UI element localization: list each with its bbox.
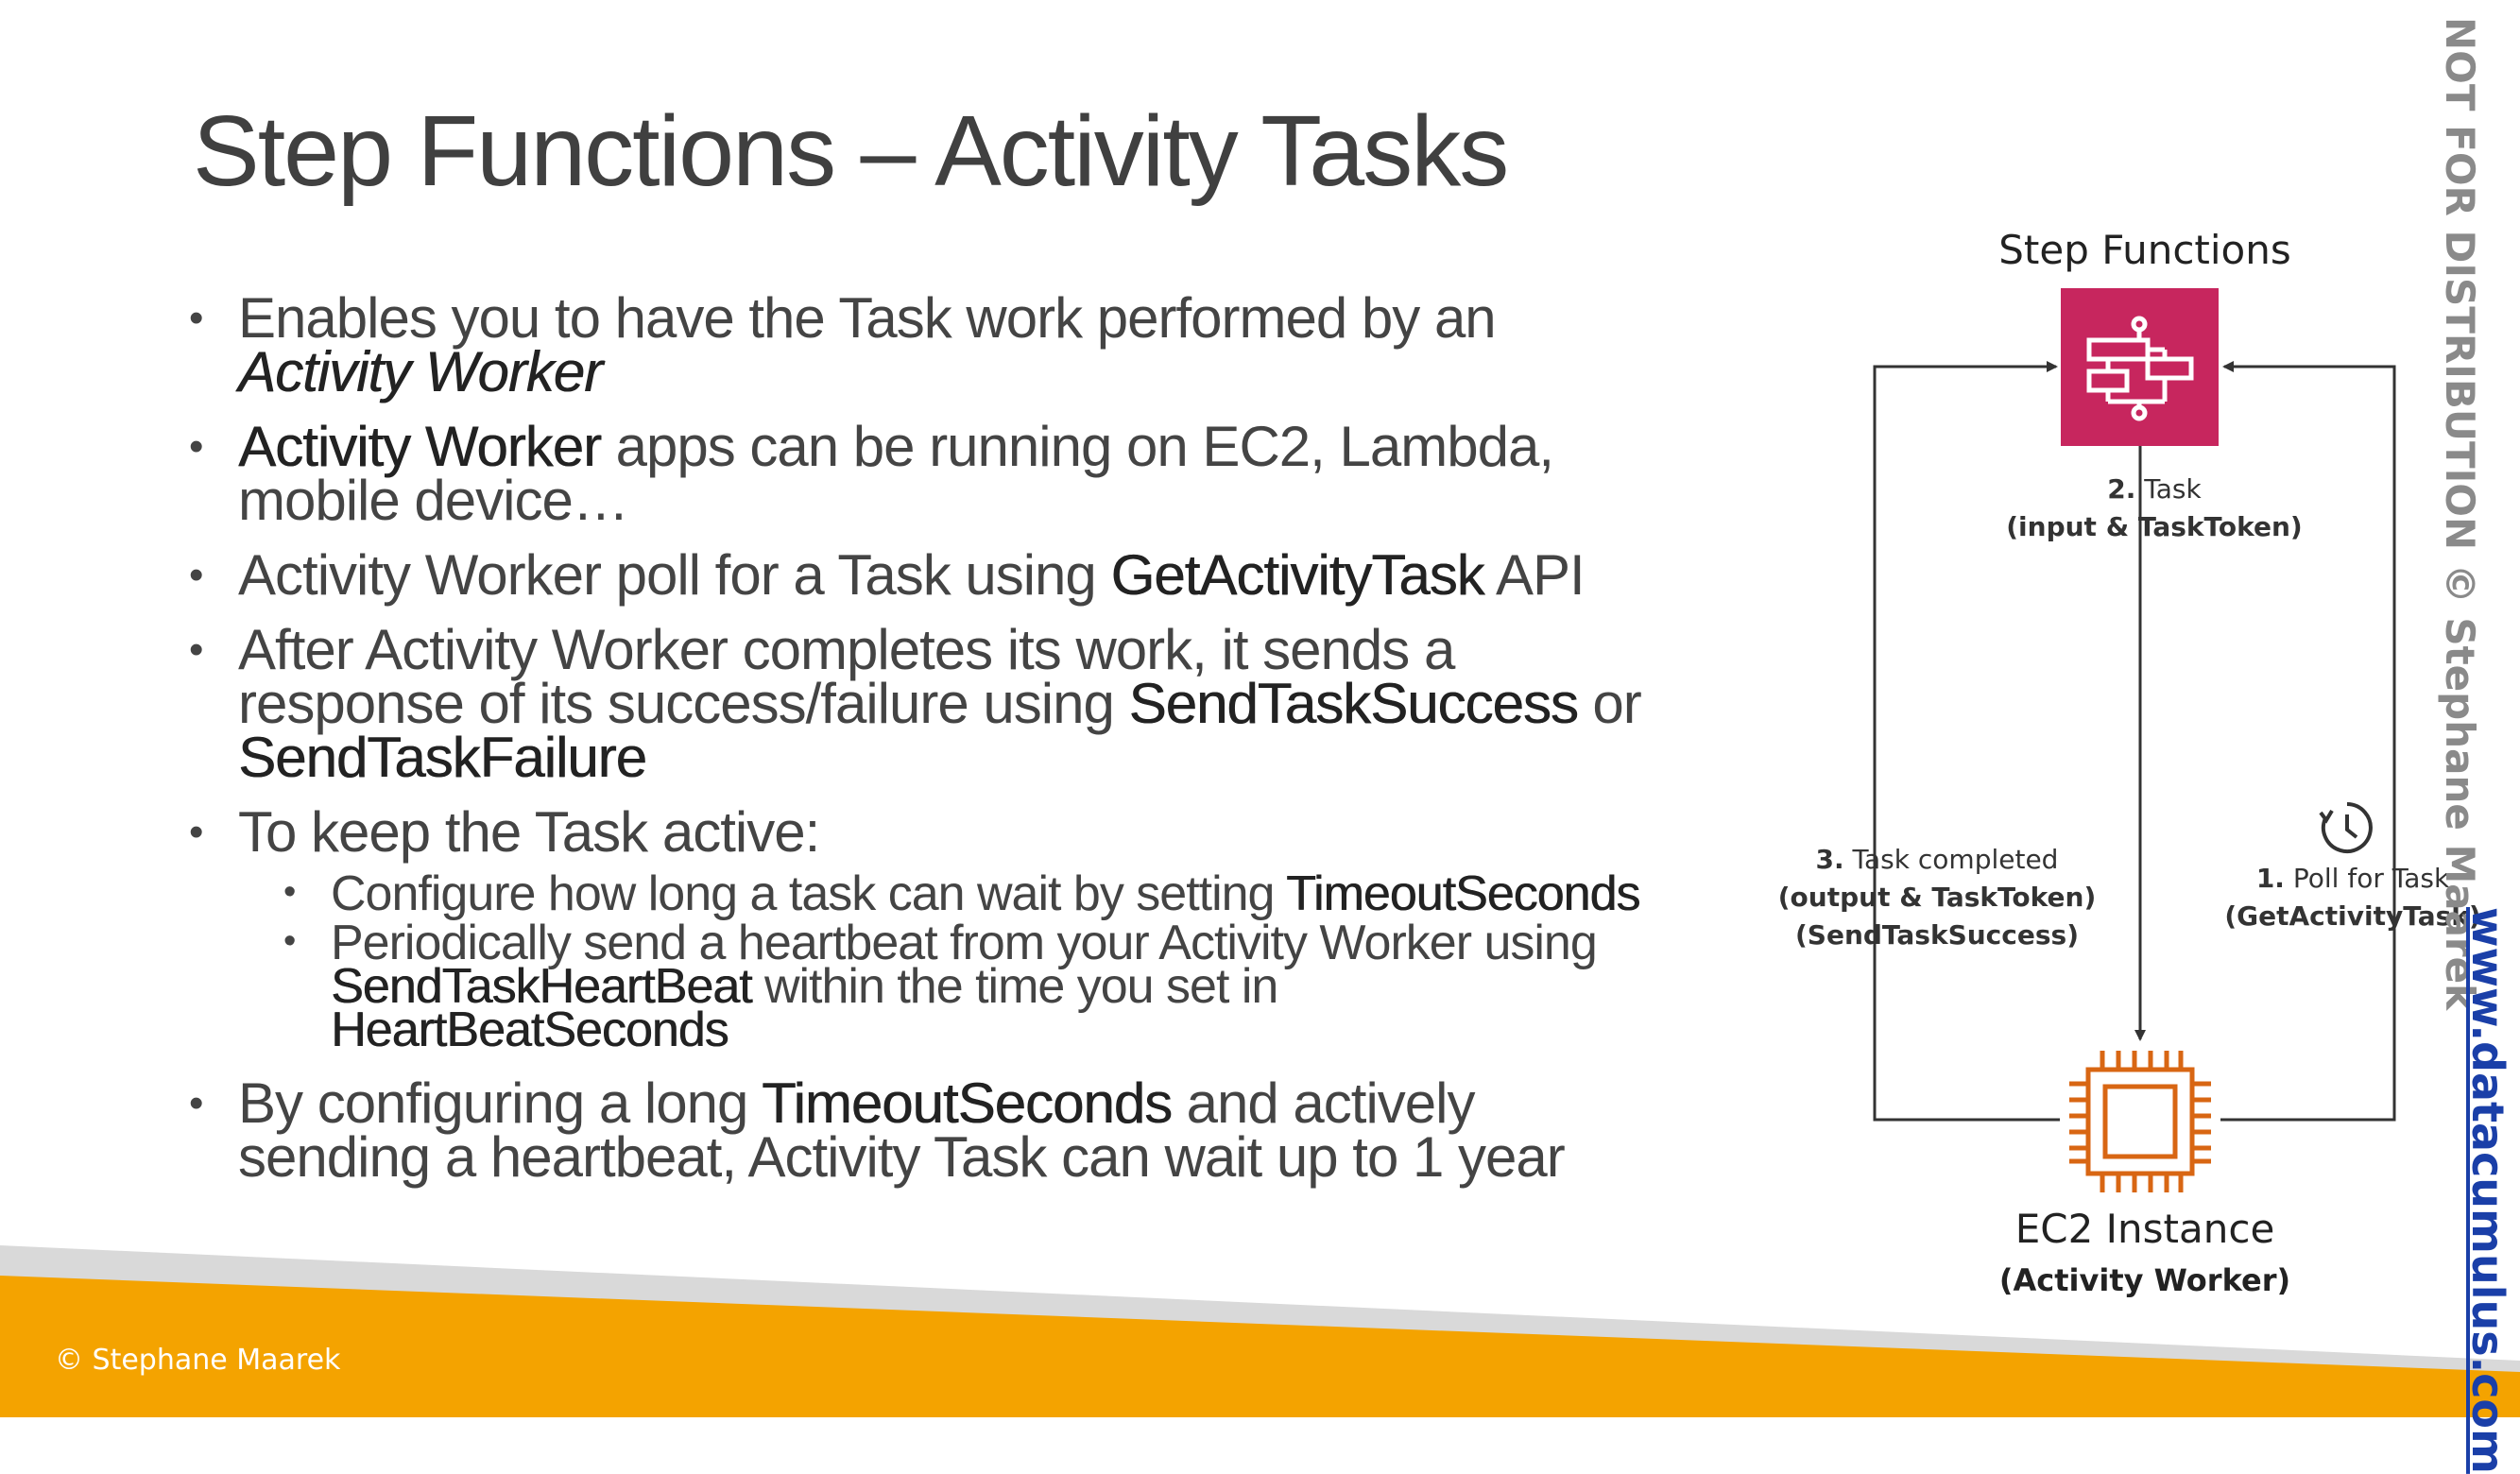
- step3-label: 3. Task completed (output & TaskToken) (…: [1777, 844, 2097, 951]
- watermark: NOT FOR DISTRIBUTION © Stephane Maarek: [2437, 17, 2483, 1011]
- ec2-chip-icon: [2060, 1046, 2220, 1197]
- step-functions-label: Step Functions: [1998, 227, 2291, 273]
- diagram-connectors: [1873, 361, 2396, 1122]
- step2-label: 2. Task (input & TaskToken): [2006, 473, 2303, 542]
- step-functions-icon: [2061, 288, 2219, 446]
- ec2-label: EC2 Instance: [2014, 1206, 2275, 1252]
- footer-copyright: © Stephane Maarek: [55, 1344, 341, 1377]
- website-link[interactable]: www.datacumulus.com: [2462, 907, 2513, 1474]
- clock-icon: [2319, 802, 2373, 853]
- ec2-sublabel: (Activity Worker): [1998, 1262, 2291, 1298]
